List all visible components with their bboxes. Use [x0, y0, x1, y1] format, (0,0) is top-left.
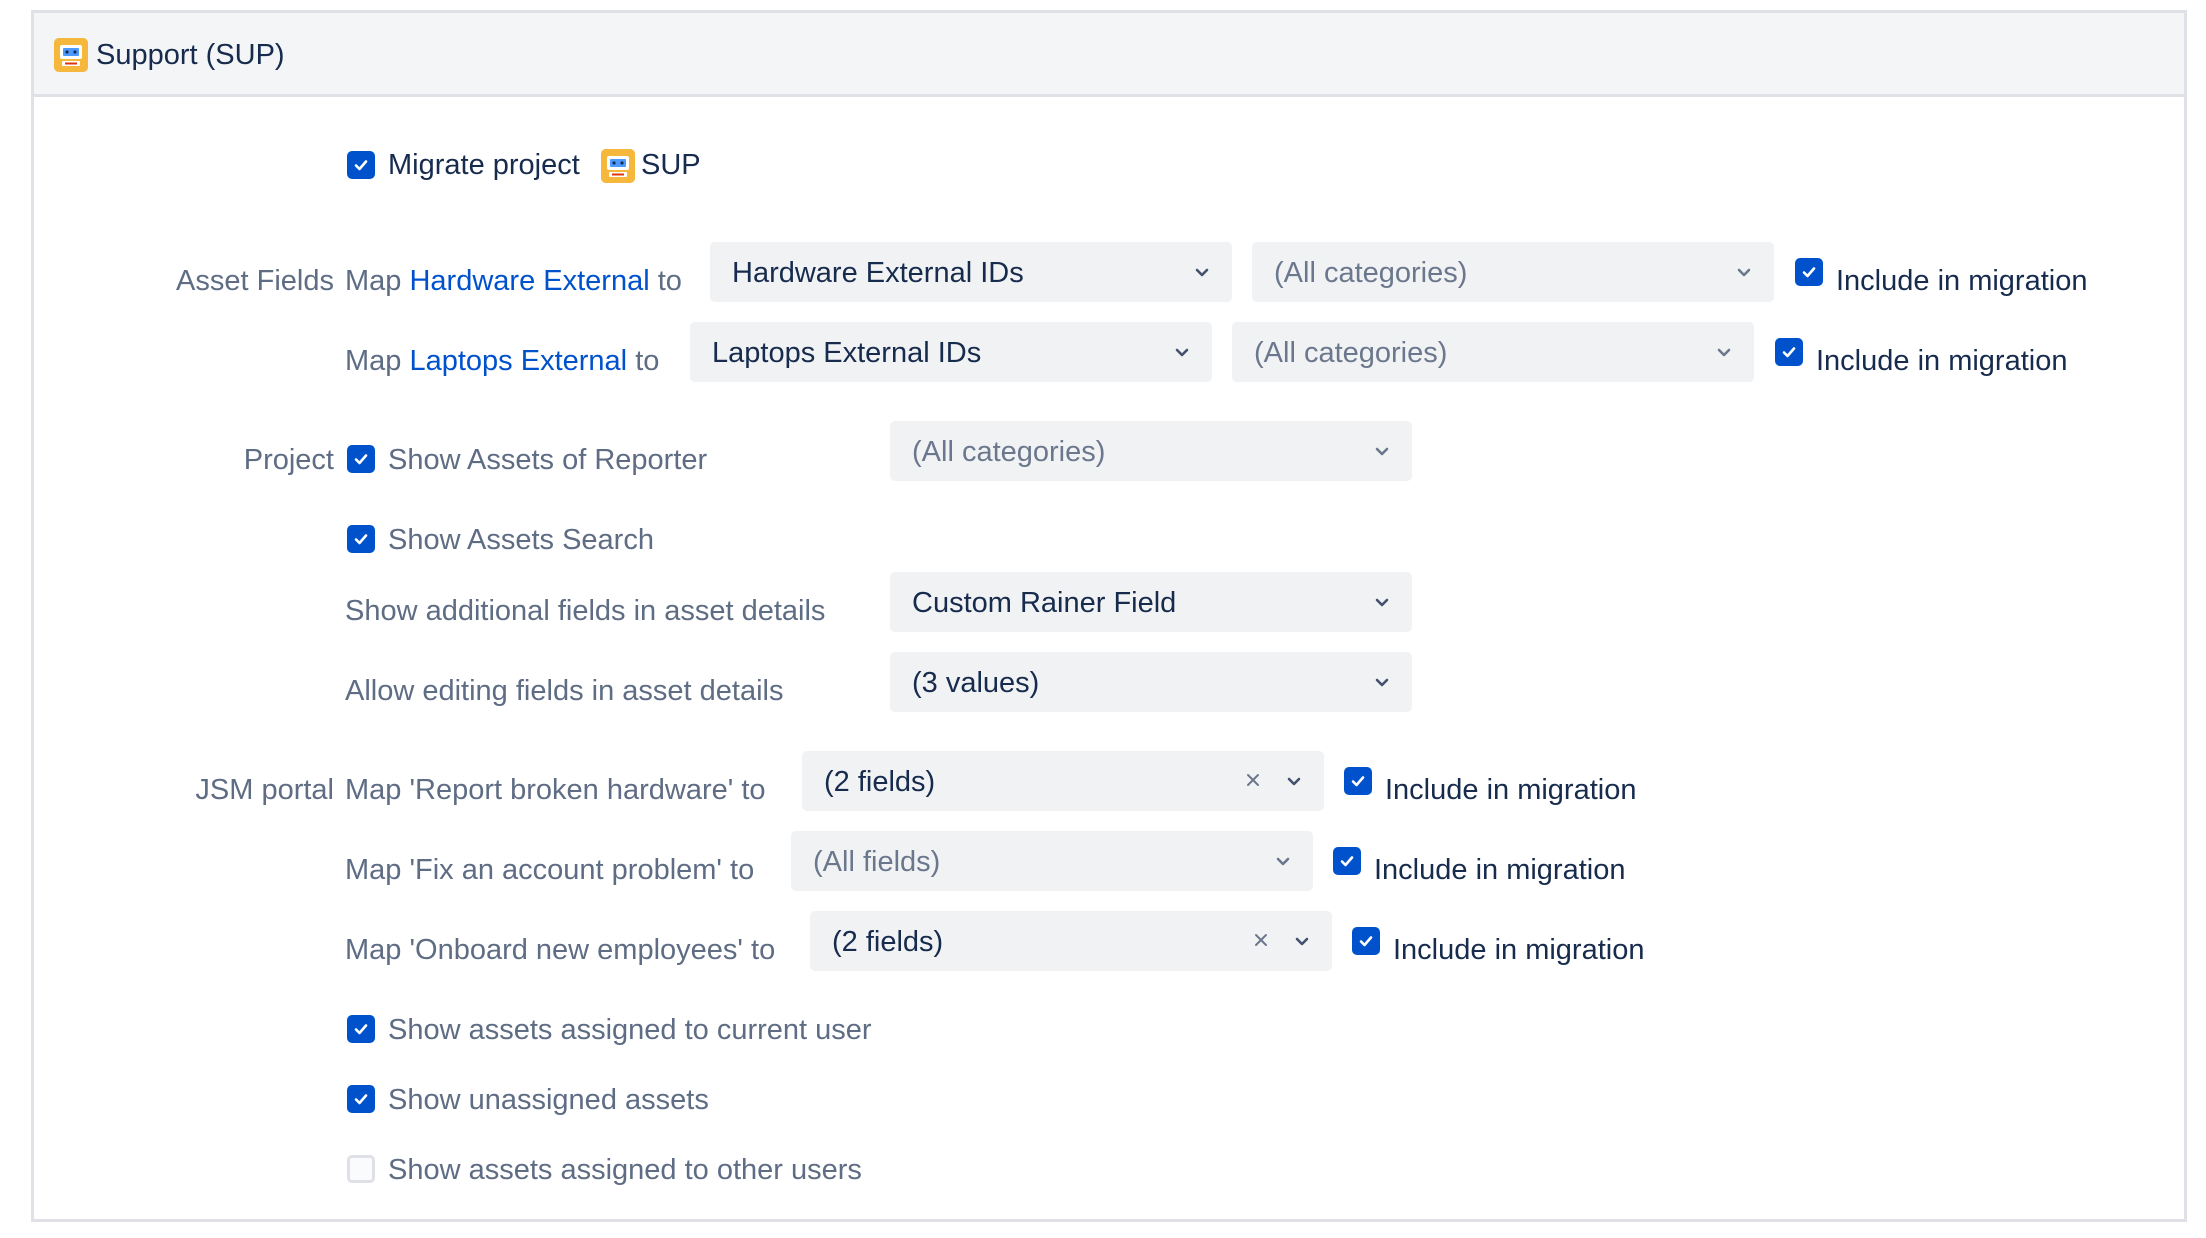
asset-field-map-label: Map Laptops External to	[345, 345, 660, 377]
show-assets-of-reporter-label: Show Assets of Reporter	[388, 444, 708, 476]
request-type-map-label: Map 'Onboard new employees' to	[345, 934, 776, 966]
editing-fields-select[interactable]: (3 values)	[890, 652, 1412, 712]
request-type-fields-select[interactable]: (2 fields)	[810, 911, 1332, 971]
request-type-map-label: Map 'Report broken hardware' to	[345, 774, 766, 806]
chevron-down-icon	[1734, 262, 1754, 282]
section-label-project: Project	[243, 444, 334, 476]
chevron-down-icon	[1284, 771, 1304, 791]
show-assets-search-label: Show Assets Search	[388, 524, 654, 556]
show-assets-of-reporter-checkbox[interactable]	[347, 445, 375, 473]
chevron-down-icon	[1372, 592, 1392, 612]
chevron-down-icon	[1372, 441, 1392, 461]
project-avatar-icon	[54, 38, 88, 72]
editing-fields-label: Allow editing fields in asset details	[345, 675, 784, 707]
include-in-migration-checkbox[interactable]	[1344, 767, 1372, 795]
include-in-migration-label: Include in migration	[1393, 934, 1645, 966]
project-key: SUP	[641, 149, 701, 181]
section-label-asset-fields: Asset Fields	[176, 265, 334, 297]
project-avatar-icon	[601, 149, 635, 183]
chevron-down-icon	[1292, 931, 1312, 951]
clear-icon[interactable]	[1242, 769, 1264, 791]
clear-icon[interactable]	[1250, 929, 1272, 951]
category-select[interactable]: (All categories)	[1252, 242, 1774, 302]
include-in-migration-checkbox[interactable]	[1775, 338, 1803, 366]
panel-header: Support (SUP)	[34, 13, 2184, 97]
chevron-down-icon	[1372, 672, 1392, 692]
show-assets-search-checkbox[interactable]	[347, 525, 375, 553]
project-panel: Support (SUP) Migrate project SUP Asset …	[31, 10, 2187, 1222]
request-type-map-label: Map 'Fix an account problem' to	[345, 854, 755, 886]
show-assets-current-user-label: Show assets assigned to current user	[388, 1014, 872, 1046]
chevron-down-icon	[1172, 342, 1192, 362]
migrate-project-checkbox[interactable]	[347, 151, 375, 179]
include-in-migration-checkbox[interactable]	[1352, 927, 1380, 955]
additional-fields-select[interactable]: Custom Rainer Field	[890, 572, 1412, 632]
include-in-migration-label: Include in migration	[1385, 774, 1637, 806]
include-in-migration-label: Include in migration	[1816, 345, 2068, 377]
include-in-migration-label: Include in migration	[1374, 854, 1626, 886]
asset-field-link[interactable]: Laptops External	[409, 345, 627, 377]
chevron-down-icon	[1192, 262, 1212, 282]
show-assets-other-users-checkbox[interactable]	[347, 1155, 375, 1183]
object-type-select[interactable]: Laptops External IDs	[690, 322, 1212, 382]
request-type-fields-select[interactable]: (All fields)	[791, 831, 1313, 891]
show-assets-current-user-checkbox[interactable]	[347, 1015, 375, 1043]
project-title: Support (SUP)	[96, 39, 285, 71]
chevron-down-icon	[1714, 342, 1734, 362]
show-unassigned-assets-checkbox[interactable]	[347, 1085, 375, 1113]
asset-field-link[interactable]: Hardware External	[409, 265, 649, 297]
request-type-fields-select[interactable]: (2 fields)	[802, 751, 1324, 811]
chevron-down-icon	[1273, 851, 1293, 871]
include-in-migration-checkbox[interactable]	[1333, 847, 1361, 875]
migrate-project-label: Migrate project	[388, 149, 580, 181]
category-select[interactable]: (All categories)	[1232, 322, 1754, 382]
show-assets-other-users-label: Show assets assigned to other users	[388, 1154, 862, 1186]
show-unassigned-assets-label: Show unassigned assets	[388, 1084, 709, 1116]
include-in-migration-checkbox[interactable]	[1795, 258, 1823, 286]
section-label-jsm-portal: JSM portal	[195, 774, 334, 806]
object-type-select[interactable]: Hardware External IDs	[710, 242, 1232, 302]
include-in-migration-label: Include in migration	[1836, 265, 2088, 297]
asset-field-map-label: Map Hardware External to	[345, 265, 682, 297]
reporter-category-select[interactable]: (All categories)	[890, 421, 1412, 481]
additional-fields-label: Show additional fields in asset details	[345, 595, 826, 627]
